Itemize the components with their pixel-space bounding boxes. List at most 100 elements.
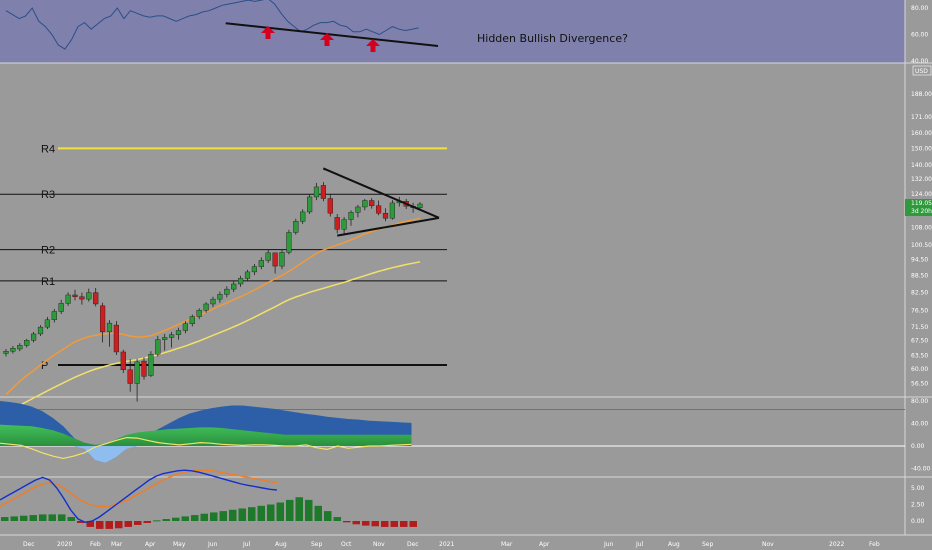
bottom-axis-tick: 0.00 — [911, 518, 925, 525]
histogram-bar — [181, 516, 189, 521]
histogram-bar — [276, 502, 284, 521]
histogram-bar — [257, 505, 265, 521]
histogram-bar — [305, 499, 313, 521]
time-axis-tick: Jun — [207, 541, 218, 548]
candle-body — [168, 334, 175, 338]
mid-axis-tick: -40.00 — [911, 466, 931, 473]
divergence-annotation: Hidden Bullish Divergence? — [477, 32, 628, 45]
histogram-bar — [200, 513, 208, 521]
price-axis-tick: 108.00 — [911, 224, 932, 231]
price-axis-tick: 94.50 — [911, 257, 928, 264]
histogram-bar — [20, 515, 28, 521]
candle-body — [376, 205, 382, 214]
candle-body — [3, 351, 9, 354]
histogram-bar — [229, 509, 237, 521]
candle-body — [320, 185, 327, 199]
histogram-bar — [210, 512, 218, 521]
candle-body — [24, 340, 30, 346]
time-axis-tick: Sep — [702, 541, 714, 548]
time-axis-tick: Dec — [23, 541, 35, 548]
histogram-bar — [172, 517, 180, 521]
price-axis-tick: 188.00 — [911, 91, 932, 98]
time-axis-tick: 2022 — [829, 541, 844, 548]
countdown-timer: 3d 20h — [911, 208, 932, 215]
time-axis-tick: Sep — [311, 541, 323, 548]
candle-body — [44, 319, 51, 328]
price-axis-tick: 67.50 — [911, 338, 928, 345]
bottom-oscillator-pane — [0, 477, 905, 535]
histogram-bar — [295, 497, 303, 521]
candle-body — [189, 316, 195, 324]
histogram-bar — [248, 507, 256, 521]
mid-axis-tick: 0.00 — [911, 443, 925, 450]
candle-body — [286, 232, 292, 253]
candle-body — [86, 292, 92, 300]
mid-axis-tick: 80.00 — [911, 398, 928, 405]
time-axis-tick: Nov — [373, 541, 385, 548]
bottom-axis-tick: 5.00 — [911, 485, 925, 492]
price-axis-tick: 71.50 — [911, 324, 928, 331]
time-axis-tick: Apr — [145, 541, 156, 548]
candle-body — [148, 354, 154, 376]
candle-body — [417, 203, 423, 208]
time-axis-tick: 2020 — [57, 541, 72, 548]
histogram-bar — [343, 521, 351, 523]
histogram-bar — [267, 504, 275, 521]
candle-body — [293, 221, 299, 233]
candle-body — [210, 298, 216, 305]
candle-body — [99, 305, 106, 333]
histogram-bar — [1, 517, 9, 521]
time-axis-tick: Dec — [407, 541, 419, 548]
candle-body — [72, 294, 78, 297]
candle-body — [341, 219, 347, 230]
candle-body — [369, 200, 375, 206]
candle-body — [258, 260, 264, 267]
candle-body — [348, 212, 354, 220]
candle-body — [127, 369, 133, 384]
candle-body — [65, 294, 71, 304]
top-axis-tick: 60.00 — [911, 32, 928, 39]
candle-body — [327, 198, 333, 214]
top-oscillator-pane — [0, 0, 905, 63]
currency-label: USD — [915, 68, 928, 75]
price-axis-tick: 140.00 — [911, 162, 932, 169]
histogram-bar — [381, 521, 389, 527]
candle-body — [31, 333, 37, 341]
candle-body — [300, 211, 306, 222]
pivot-label-r4: R4 — [41, 143, 55, 155]
candle-body — [10, 348, 16, 352]
histogram-bar — [124, 521, 132, 527]
time-axis-tick: Mar — [111, 541, 123, 548]
price-axis-tick: 88.50 — [911, 272, 928, 279]
candle-body — [389, 202, 396, 219]
candle-body — [362, 200, 368, 208]
time-axis-tick: Jul — [635, 541, 644, 548]
candle-body — [155, 339, 161, 355]
candle-body — [106, 322, 113, 333]
candle-body — [382, 212, 389, 219]
pivot-label-r1: R1 — [41, 276, 55, 288]
chart-root: Hidden Bullish Divergence? R4 R3 R2 R1 P 80.… — [0, 0, 932, 550]
histogram-bar — [10, 516, 18, 521]
candle-body — [79, 296, 85, 300]
pivot-label-r2: R2 — [41, 245, 55, 257]
candle-body — [244, 271, 251, 279]
candle-body — [141, 360, 147, 377]
bottom-axis-tick: 2.50 — [911, 502, 925, 509]
histogram-bar — [286, 499, 294, 521]
time-axis-pane — [0, 535, 932, 550]
histogram-bar — [390, 521, 398, 527]
candle-body — [58, 303, 64, 312]
histogram-bar — [314, 505, 322, 521]
mid-axis-tick: 40.00 — [911, 421, 928, 428]
chart-canvas[interactable]: Hidden Bullish Divergence? R4R3R2R1P 80.… — [0, 0, 932, 550]
price-axis-tick: 150.00 — [911, 145, 932, 152]
price-axis-tick: 76.50 — [911, 308, 928, 315]
time-axis-tick: May — [173, 541, 186, 548]
last-price-value: 119.05 — [911, 200, 932, 207]
candle-body — [120, 351, 126, 371]
time-axis-tick: Jul — [242, 541, 251, 548]
histogram-bar — [362, 521, 370, 526]
candle-body — [175, 330, 182, 335]
price-axis-tick: 160.00 — [911, 130, 932, 137]
